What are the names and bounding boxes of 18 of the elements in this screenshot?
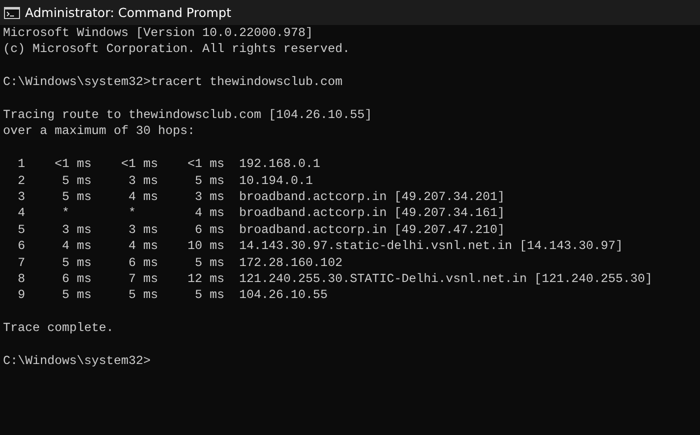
console-line: 4 * * 4 ms broadband.actcorp.in [49.207.34.161] — [16, 205, 505, 222]
console-line: C:\Windows\system32> — [3, 353, 151, 370]
console-line: C:\Windows\system32>tracert thewindowsclub.com — [3, 74, 342, 91]
console-line: over a maximum of 30 hops: — [3, 123, 195, 140]
console-line: 9 5 ms 5 ms 5 ms 104.26.10.55 — [16, 287, 328, 304]
console-line: 6 4 ms 4 ms 10 ms 14.143.30.97.static-delhi.vsnl.net.in [14.143.30.97] — [16, 238, 623, 255]
window-title: Administrator: Command Prompt — [25, 5, 232, 20]
console-line: Microsoft Windows [Version 10.0.22000.978] — [3, 25, 313, 42]
console-line: Trace complete. — [3, 320, 114, 337]
console-line: 7 5 ms 6 ms 5 ms 172.28.160.102 — [16, 254, 342, 272]
console-line: (c) Microsoft Corporation. All rights reserved. — [3, 41, 350, 58]
terminal-icon — [4, 6, 20, 18]
console-line: 1 <1 ms <1 ms <1 ms 192.168.0.1 — [16, 156, 320, 173]
console-line: 8 6 ms 7 ms 12 ms 121.240.255.30.STATIC-Delhi.vsnl.net.in [121.240.255.30] — [16, 271, 652, 288]
console-line: 5 3 ms 3 ms 6 ms broadband.actcorp.in [49.207.47.210] — [16, 222, 505, 238]
console-line: 2 5 ms 3 ms 5 ms 10.194.0.1 — [16, 172, 313, 190]
console-line: Tracing route to thewindowsclub.com [104.26.10.55] — [3, 107, 372, 124]
console-line: 3 5 ms 4 ms 3 ms broadband.actcorp.in [49.207.34.201] — [16, 189, 505, 206]
